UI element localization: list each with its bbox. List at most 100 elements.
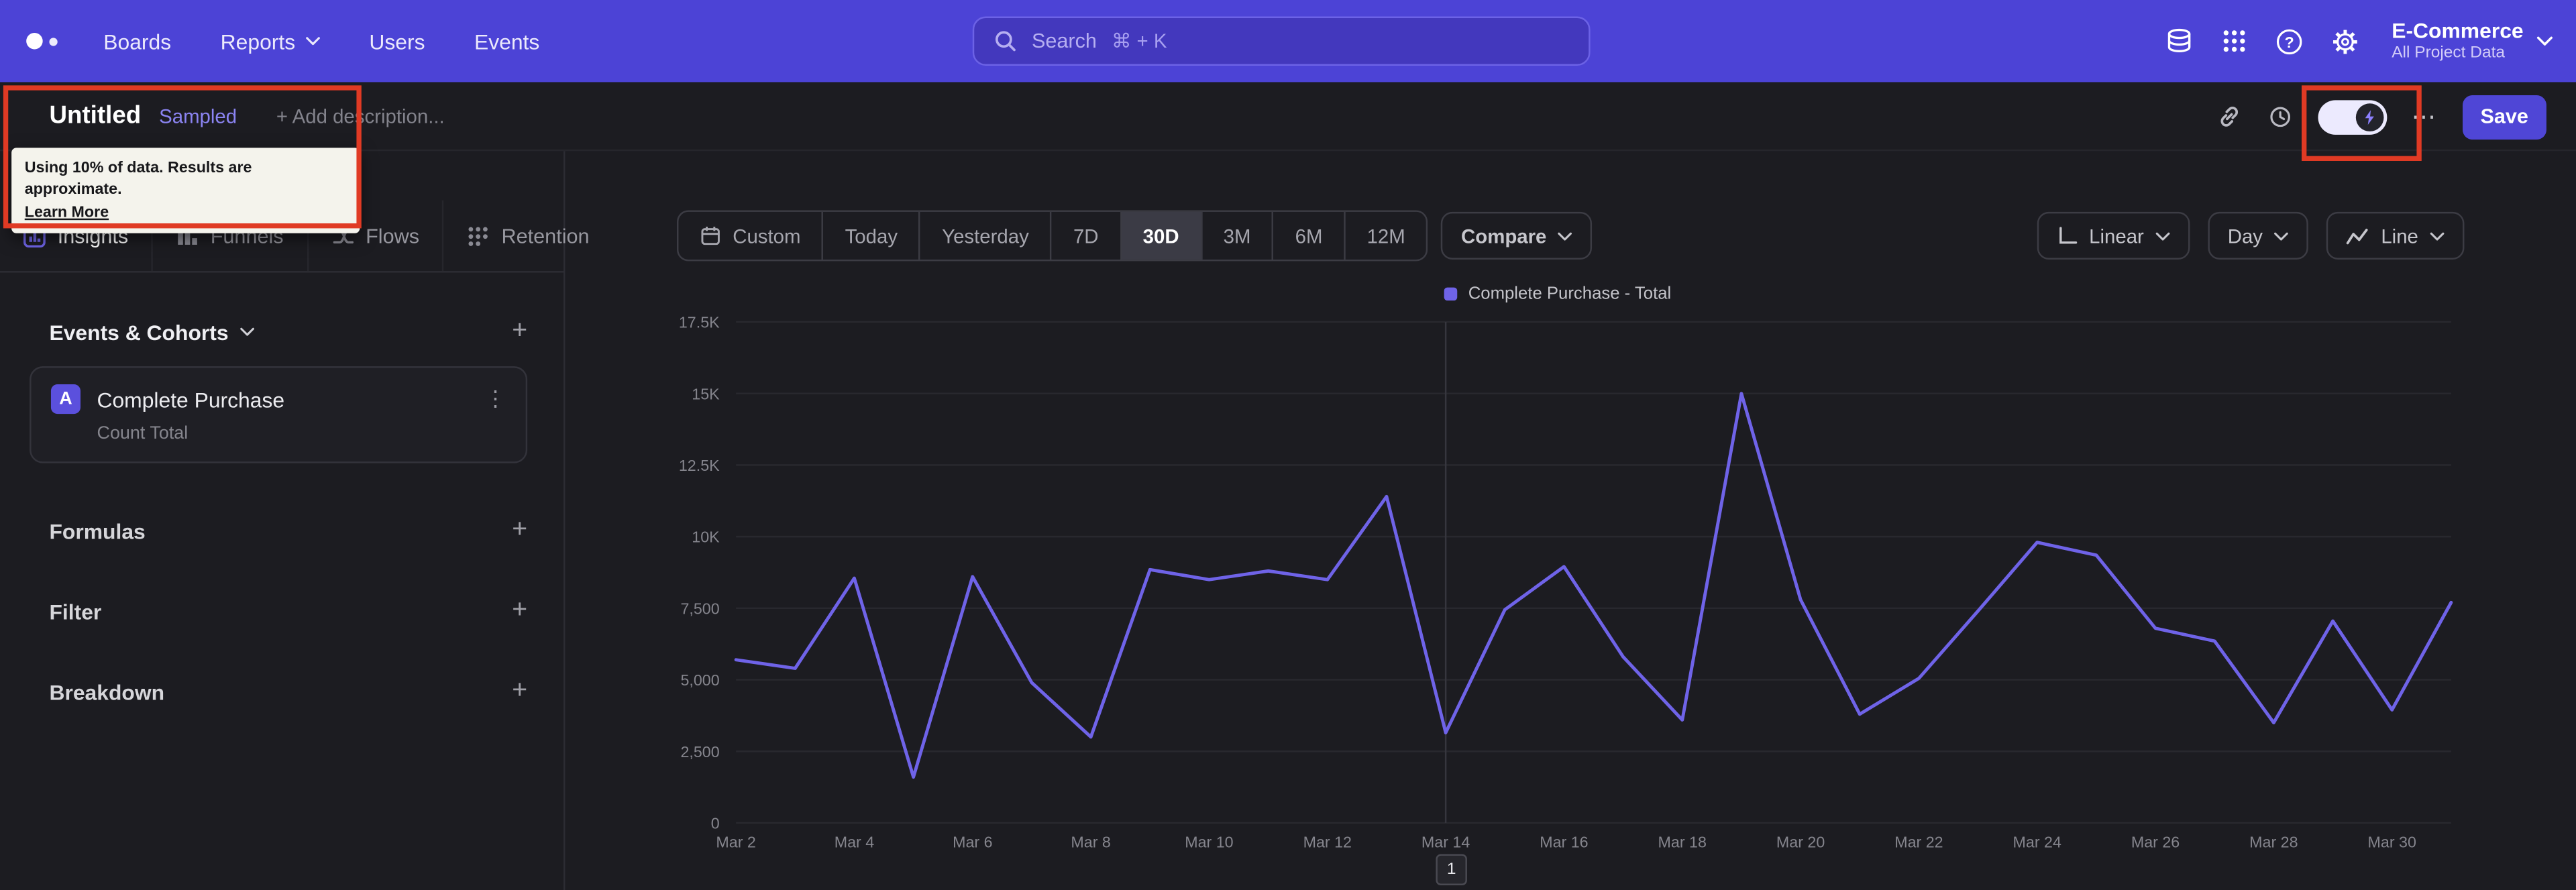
add-event-button[interactable]: + (512, 318, 527, 345)
date-range-label: 7D (1073, 224, 1099, 247)
pagination-page-1[interactable]: 1 (1436, 854, 1467, 886)
add-description-field[interactable]: + Add description... (276, 105, 445, 127)
date-range-12m[interactable]: 12M (1344, 211, 1426, 260)
svg-text:Mar 28: Mar 28 (2249, 834, 2298, 851)
formulas-label[interactable]: Formulas (49, 518, 145, 543)
svg-text:Mar 30: Mar 30 (2368, 834, 2416, 851)
svg-text:Mar 8: Mar 8 (1071, 834, 1110, 851)
sampling-tooltip: Using 10% of data. Results are approxima… (11, 148, 360, 233)
date-range-label: Custom (733, 224, 801, 247)
svg-text:0: 0 (711, 815, 720, 832)
events-cohorts-title[interactable]: Events & Cohorts (49, 319, 255, 344)
nav-item-boards[interactable]: Boards (103, 29, 171, 54)
event-metric[interactable]: Count Total (97, 424, 506, 443)
save-button[interactable]: Save (2462, 94, 2546, 139)
filter-section: Filter + (49, 597, 527, 624)
tab-label: Flows (366, 224, 420, 247)
chevron-down-icon (2274, 231, 2289, 240)
project-name: E-Commerce (2392, 17, 2524, 43)
nav-item-label: Boards (103, 28, 172, 54)
data-connections-icon[interactable] (2165, 28, 2193, 54)
report-title[interactable]: Untitled (49, 102, 141, 130)
sampling-toggle[interactable] (2318, 99, 2387, 134)
add-breakdown-button[interactable]: + (512, 677, 527, 704)
primary-nav: Boards Reports Users Events (103, 29, 539, 54)
date-range-label: 6M (1295, 224, 1323, 247)
date-range-label: 30D (1142, 224, 1179, 247)
nav-item-label: Reports (220, 28, 296, 54)
svg-text:Mar 10: Mar 10 (1185, 834, 1233, 851)
breakdown-label[interactable]: Breakdown (49, 679, 164, 704)
calendar-icon (701, 226, 720, 245)
chevron-down-icon (1558, 231, 1572, 240)
compare-label: Compare (1461, 224, 1547, 247)
svg-text:7,500: 7,500 (680, 600, 719, 617)
scale-dropdown[interactable]: Linear (2036, 211, 2190, 260)
toggle-knob (2355, 103, 2383, 131)
help-icon[interactable]: ? (2275, 27, 2303, 55)
tooltip-text: Using 10% of data. Results are approxima… (24, 159, 252, 200)
event-card[interactable]: A Complete Purchase ⋮ Count Total (30, 366, 528, 463)
svg-text:10K: 10K (692, 529, 720, 546)
nav-item-events[interactable]: Events (474, 29, 539, 54)
nav-item-users[interactable]: Users (369, 29, 425, 54)
chevron-down-icon (240, 327, 255, 336)
svg-text:Mar 6: Mar 6 (953, 834, 992, 851)
sampled-badge[interactable]: Sampled (159, 105, 237, 127)
compare-button[interactable]: Compare (1441, 211, 1593, 260)
svg-text:Mar 4: Mar 4 (835, 834, 875, 851)
history-icon[interactable] (2267, 103, 2293, 129)
date-range-3m[interactable]: 3M (1200, 211, 1272, 260)
nav-item-reports[interactable]: Reports (221, 29, 320, 54)
retention-icon (467, 224, 490, 247)
chart-controls: Custom Today Yesterday 7D 30D 3M 6M 12M … (676, 210, 2465, 262)
chart-legend: Complete Purchase - Total (651, 282, 2465, 305)
line-chart-icon (2347, 227, 2369, 244)
link-icon[interactable] (2216, 103, 2242, 129)
add-filter-button[interactable]: + (512, 597, 527, 624)
event-name[interactable]: Complete Purchase (97, 387, 284, 412)
search-shortcut: ⌘ + K (1112, 30, 1167, 53)
apps-grid-icon[interactable] (2221, 28, 2247, 54)
interval-dropdown[interactable]: Day (2208, 211, 2309, 260)
filter-label[interactable]: Filter (49, 599, 101, 624)
search-input[interactable]: Search ⌘ + K (972, 16, 1591, 66)
chart-panel: Custom Today Yesterday 7D 30D 3M 6M 12M … (565, 151, 2576, 890)
settings-gear-icon[interactable] (2331, 27, 2359, 55)
svg-text:5,000: 5,000 (680, 671, 719, 689)
svg-text:Mar 2: Mar 2 (716, 834, 755, 851)
date-range-custom[interactable]: Custom (678, 212, 822, 260)
svg-text:12.5K: 12.5K (679, 457, 720, 474)
nav-item-label: Events (474, 28, 540, 54)
svg-text:Mar 20: Mar 20 (1776, 834, 1825, 851)
date-range-today[interactable]: Today (822, 211, 919, 260)
date-range-30d[interactable]: 30D (1120, 211, 1201, 260)
date-range-7d[interactable]: 7D (1050, 211, 1120, 260)
svg-text:?: ? (2284, 33, 2294, 50)
date-range-group: Custom Today Yesterday 7D 30D 3M 6M 12M (676, 210, 1429, 262)
date-range-label: Yesterday (942, 224, 1029, 247)
chart-display-controls: Linear Day Line (2036, 211, 2465, 260)
add-formula-button[interactable]: + (512, 516, 527, 543)
formulas-section: Formulas + (49, 516, 527, 543)
svg-text:Mar 22: Mar 22 (1894, 834, 1943, 851)
mixpanel-logo[interactable] (26, 32, 58, 50)
date-range-6m[interactable]: 6M (1272, 211, 1344, 260)
scale-label: Linear (2089, 224, 2144, 247)
chevron-down-icon (2155, 231, 2170, 240)
project-switcher[interactable]: E-Commerce All Project Data (2392, 18, 2553, 64)
date-range-yesterday[interactable]: Yesterday (918, 211, 1051, 260)
event-kebab-menu-icon[interactable]: ⋮ (484, 386, 506, 412)
chart-type-dropdown[interactable]: Line (2326, 211, 2465, 260)
more-menu-icon[interactable]: ⋯ (2412, 102, 2438, 131)
report-header-actions: ⋯ Save (2216, 82, 2546, 151)
line-chart[interactable]: 0 2,500 5,000 7,500 10K 12.5K 15K 17.5K Mar 2 Mar… (651, 306, 2465, 877)
date-range-label: 12M (1366, 224, 1405, 247)
svg-text:Mar 16: Mar 16 (1540, 834, 1588, 851)
svg-text:Mar 18: Mar 18 (1658, 834, 1707, 851)
search-placeholder: Search (1031, 30, 1097, 53)
nav-right-cluster: ? E-Commerce All Project Data (2165, 0, 2553, 82)
project-subtitle: All Project Data (2392, 44, 2506, 63)
learn-more-link[interactable]: Learn More (25, 203, 109, 221)
nav-item-label: Users (369, 28, 425, 54)
